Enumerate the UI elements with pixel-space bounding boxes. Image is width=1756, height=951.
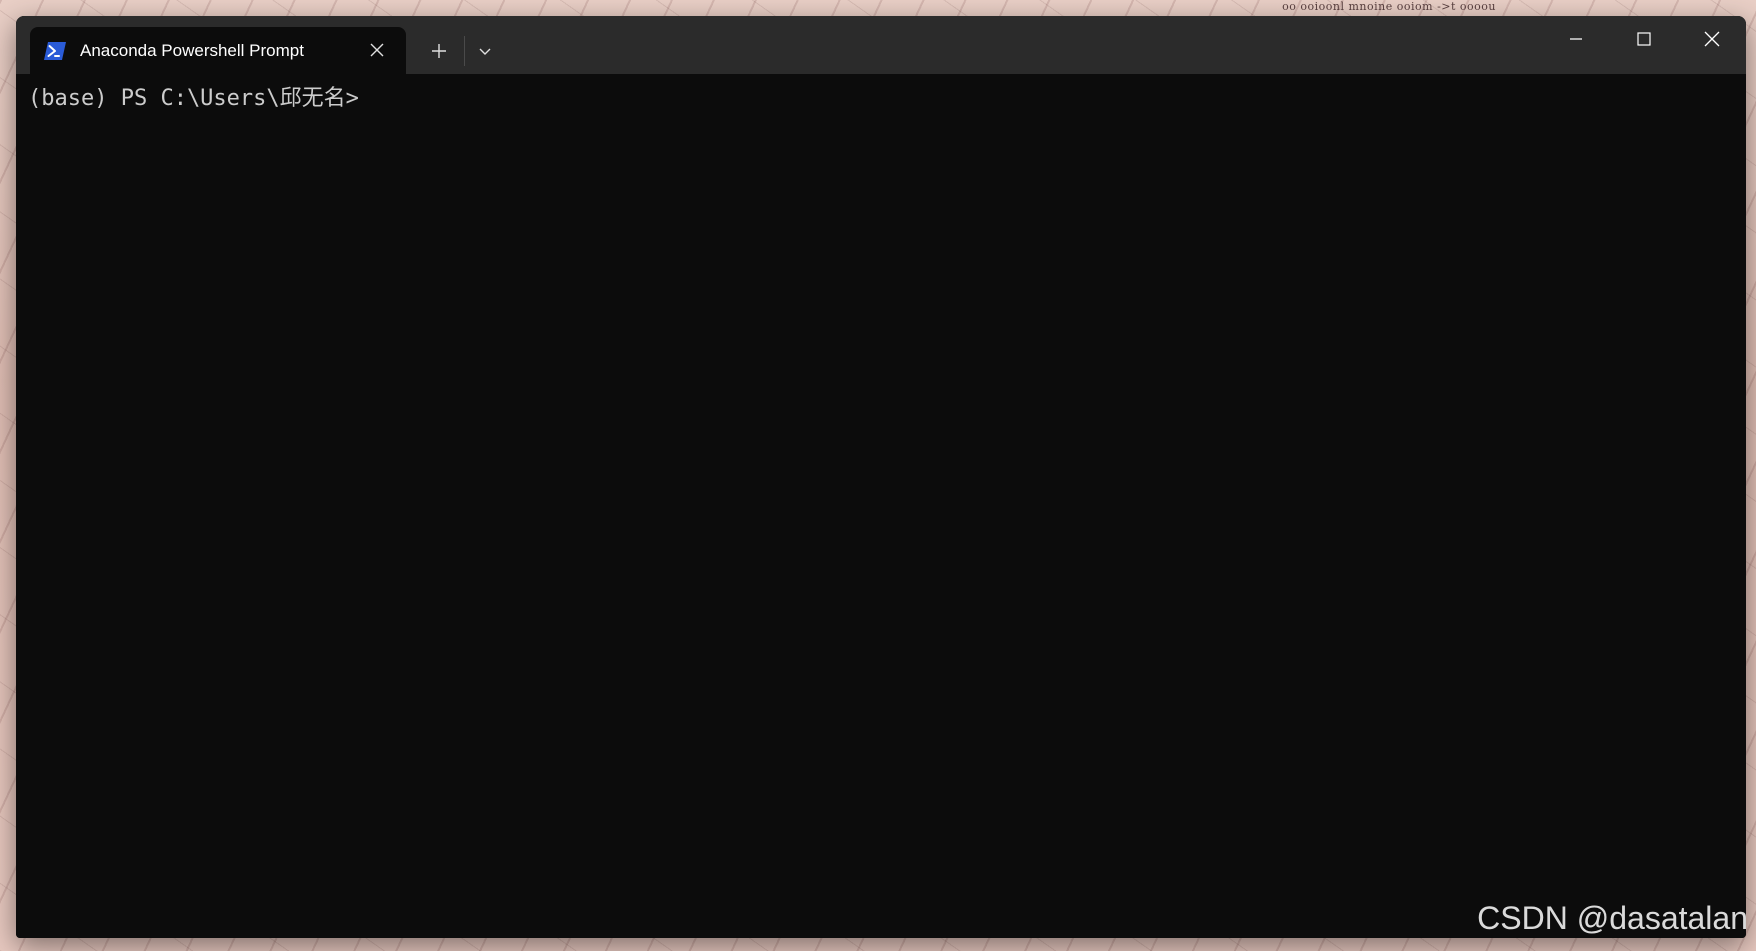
tab-title: Anaconda Powershell Prompt bbox=[80, 40, 304, 60]
maximize-icon[interactable] bbox=[1610, 16, 1678, 62]
terminal-window[interactable]: Anaconda Powershell Prompt (base) PS C:\… bbox=[16, 16, 1746, 938]
prompt-line: (base) PS C:\Users\邱无名> bbox=[28, 86, 359, 111]
watermark: CSDN @dasatalan bbox=[1477, 900, 1748, 936]
terminal-output[interactable]: (base) PS C:\Users\邱无名> bbox=[16, 74, 1746, 938]
close-icon[interactable] bbox=[366, 39, 388, 61]
tab-anaconda-powershell[interactable]: Anaconda Powershell Prompt bbox=[30, 27, 406, 74]
close-icon[interactable] bbox=[1678, 16, 1746, 62]
plus-icon[interactable] bbox=[420, 34, 458, 68]
title-bar[interactable]: Anaconda Powershell Prompt bbox=[16, 16, 1746, 74]
minimize-icon[interactable] bbox=[1542, 16, 1610, 62]
powershell-icon bbox=[44, 41, 66, 60]
chevron-down-icon[interactable] bbox=[468, 34, 502, 68]
wallpaper-print-text: oo ooioonl mnoine ooiom ->t oooou bbox=[1282, 0, 1496, 13]
tab-divider bbox=[464, 36, 465, 66]
